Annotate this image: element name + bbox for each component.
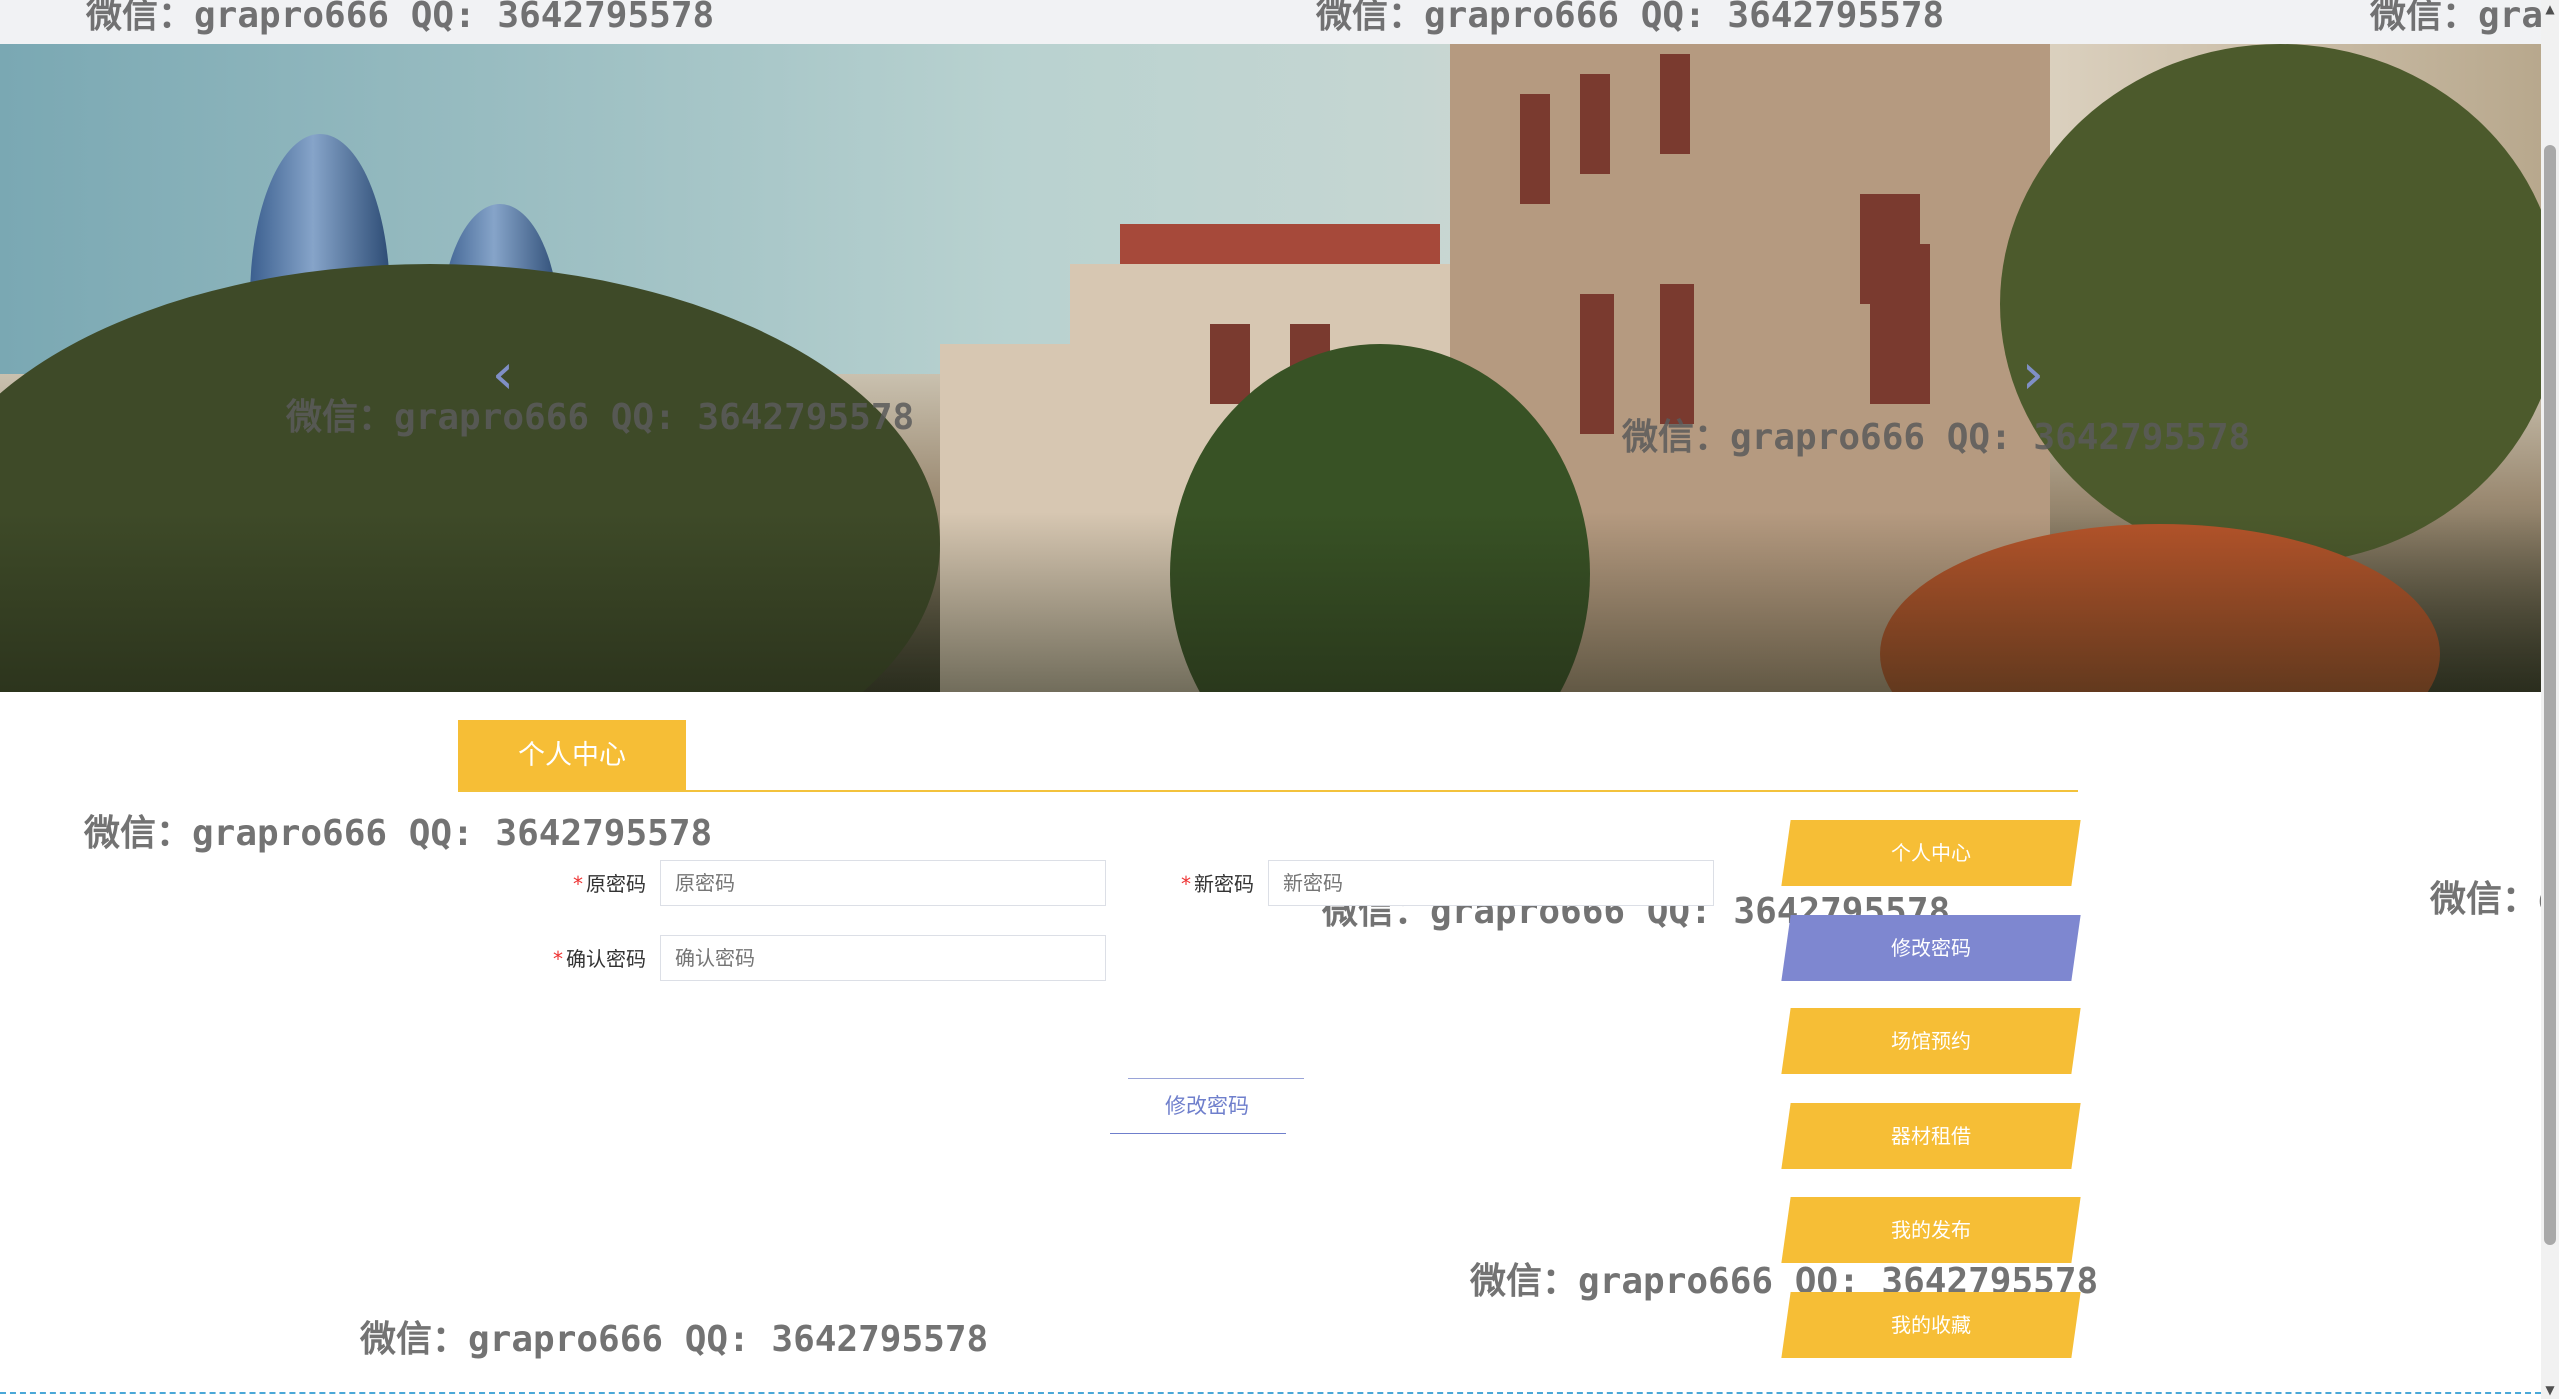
sidebar-item-my-favorites[interactable]: 我的收藏 xyxy=(1781,1292,2081,1358)
banner-window xyxy=(1870,244,1930,404)
sidebar-item-label: 器材租借 xyxy=(1891,1124,1971,1148)
page-bottom-divider xyxy=(0,1392,2541,1394)
scroll-thumb[interactable] xyxy=(2544,145,2556,1245)
new-password-label: * 新密码 xyxy=(1104,868,1254,897)
sidebar-item-label: 场馆预约 xyxy=(1891,1029,1971,1053)
watermark: 微信：grapro666 QQ: 3642795578 xyxy=(1316,0,1945,36)
sidebar-item-equipment-rental[interactable]: 器材租借 xyxy=(1781,1103,2081,1169)
watermark: 微信：grapro666 QQ: 3642795578 xyxy=(2430,879,2559,920)
tab-personal-center[interactable]: 个人中心 xyxy=(458,720,686,792)
banner-window xyxy=(1660,54,1690,154)
sidebar-item-label: 个人中心 xyxy=(1891,841,1971,865)
vertical-scrollbar[interactable]: ▲ ▼ xyxy=(2541,0,2559,1399)
confirm-password-label-text: 确认密码 xyxy=(566,947,646,971)
old-password-label-text: 原密码 xyxy=(586,872,646,896)
required-mark: * xyxy=(1181,872,1191,896)
watermark: 微信：grapro666 QQ: 3642795578 xyxy=(84,813,713,854)
watermark: 微信：grapro666 QQ: 3642795578 xyxy=(286,397,915,438)
confirm-password-label: * 确认密码 xyxy=(496,943,646,972)
watermark: 微信：grapro666 QQ: 3642795578 xyxy=(1622,417,2251,458)
sidebar-item-label: 我的收藏 xyxy=(1891,1313,1971,1337)
banner-shade xyxy=(0,512,2541,692)
banner-window xyxy=(1660,284,1694,424)
banner-window xyxy=(1580,74,1610,174)
banner-next-arrow[interactable]: › xyxy=(2014,340,2052,410)
required-mark: * xyxy=(573,872,583,896)
scroll-up-icon[interactable]: ▲ xyxy=(2541,0,2559,18)
banner-window xyxy=(1580,294,1614,434)
banner-window xyxy=(1520,94,1550,204)
scroll-down-icon[interactable]: ▼ xyxy=(2541,1381,2559,1399)
watermark: 微信：grapro666 QQ: 3642795578 xyxy=(2370,0,2559,36)
change-password-button[interactable]: 修改密码 xyxy=(1110,1078,1304,1134)
old-password-label: * 原密码 xyxy=(496,868,646,897)
required-mark: * xyxy=(553,947,563,971)
banner-window xyxy=(1210,324,1250,404)
watermark: 微信：grapro666 QQ: 3642795578 xyxy=(86,0,715,36)
watermark: 微信：grapro666 QQ: 3642795578 xyxy=(360,1319,989,1360)
tab-underline xyxy=(458,790,2078,792)
sidebar-item-personal-center[interactable]: 个人中心 xyxy=(1781,820,2081,886)
sidebar-item-label: 我的发布 xyxy=(1891,1218,1971,1242)
sidebar-item-label: 修改密码 xyxy=(1891,936,1971,960)
sidebar-item-venue-booking[interactable]: 场馆预约 xyxy=(1781,1008,2081,1074)
sidebar-item-my-posts[interactable]: 我的发布 xyxy=(1781,1197,2081,1263)
old-password-input[interactable] xyxy=(660,860,1106,906)
new-password-input[interactable] xyxy=(1268,860,1714,906)
new-password-label-text: 新密码 xyxy=(1194,872,1254,896)
banner-carousel xyxy=(0,44,2541,692)
banner-tree xyxy=(2000,44,2541,564)
sidebar-item-change-password[interactable]: 修改密码 xyxy=(1781,915,2081,981)
confirm-password-input[interactable] xyxy=(660,935,1106,981)
